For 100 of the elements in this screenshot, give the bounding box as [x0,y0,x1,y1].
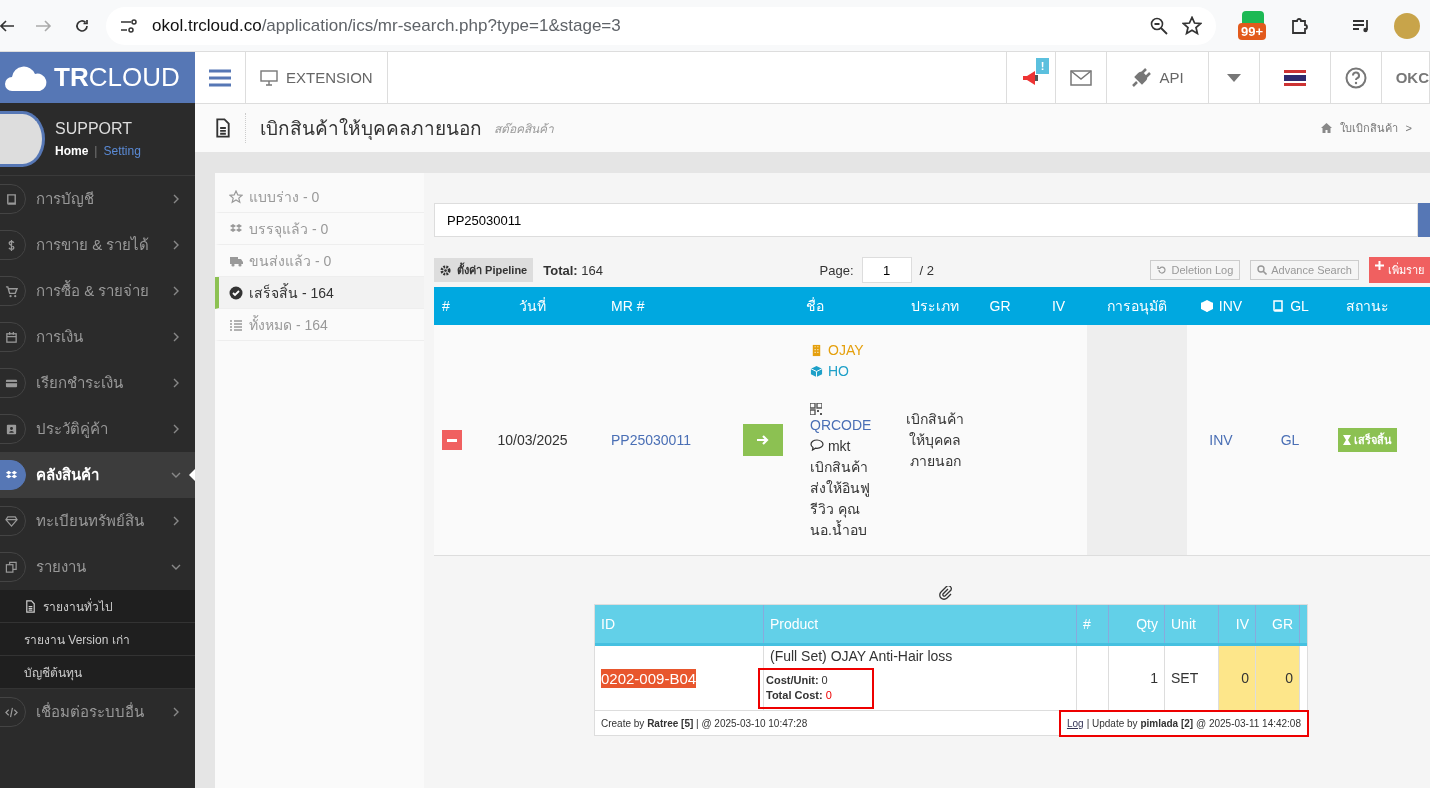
search-icon [1257,265,1268,275]
created-info: Create by Ratree [5] | @ 2025-03-10 10:47:28 [601,717,808,729]
advance-search-button[interactable]: Advance Search [1250,260,1359,280]
column-header[interactable]: ชื่อ [806,295,824,317]
zoom-out-icon[interactable] [1150,16,1168,35]
star-icon [229,189,243,204]
column-header[interactable]: # [442,298,450,314]
extension-button[interactable]: EXTENSION [246,52,388,103]
cube-icon [810,364,823,378]
cube-icon [1199,299,1214,313]
column-header: IV [1235,616,1249,632]
pipeline-settings-button[interactable]: ตั้งค่า Pipeline [434,258,534,282]
updated-info: | Update by pimlada [2] @ 2025-03-11 14:42:08 [1086,717,1301,729]
add-button[interactable]: เพิ่มราย [1369,257,1430,283]
sidebar-subitem[interactable]: บัญชีต้นทุน [0,656,195,689]
cart-icon [4,284,18,298]
column-header[interactable]: GR [989,298,1011,314]
contact-card-icon [4,422,18,436]
sidebar-subitem[interactable]: รายงานทั่วไป [0,590,195,623]
plug-icon [1131,67,1152,88]
mr-link[interactable]: PP25030011 [611,432,691,448]
sidebar-item[interactable]: เรียกชำระเงิน [0,360,195,406]
status-filter[interactable]: เสร็จสิ้น - 164 [215,277,424,309]
puzzle-icon[interactable] [1290,15,1310,36]
user-name: SUPPORT [55,120,134,138]
setting-link[interactable]: Setting [103,144,141,158]
sidebar-item[interactable]: ประวัติคู่ค้า [0,406,195,452]
column-header: Qty [1136,616,1158,632]
total-cost: Total Cost: 0 [766,688,832,701]
link-separator: | [94,144,98,158]
page-label: Page: [819,262,854,278]
sidebar-subitem[interactable]: รายงาน Version เก่า [0,623,195,656]
app-logo[interactable]: TRCLOUD [0,52,195,103]
log-link[interactable]: Log [1066,717,1084,729]
page-title: เบิกสินค้าให้บุคคลภายนอก [245,113,482,143]
menu-icon [209,68,231,87]
hourglass-icon [1343,435,1351,445]
monitor-icon [260,69,278,86]
site-settings-icon[interactable] [120,18,138,33]
column-header: GR [1272,616,1293,632]
api-button[interactable]: API [1107,52,1209,103]
type-cell-text: เบิกสินค้าให้บุคคลภายนอก [905,409,965,471]
diamond-icon [4,514,18,528]
home-icon[interactable] [1320,123,1332,133]
gear-icon [440,264,451,276]
list-icon [229,317,243,332]
column-header: Unit [1171,616,1196,632]
sidebar-item[interactable]: เชื่อมต่อระบบอื่น [0,689,195,735]
user-menu-button[interactable]: OKC [1381,52,1430,103]
page-count: / 2 [919,262,934,278]
document-icon [24,599,37,613]
copy-icon [4,560,18,574]
address-bar[interactable]: okol.trcloud.co/application/ics/mr-search.php?type=1&stage=3 [106,6,1216,45]
notification-badge: ! [1035,58,1050,74]
column-header[interactable]: INV [1218,298,1243,314]
column-header[interactable]: วันที่ [519,295,546,317]
sidebar-item[interactable]: การขาย & รายได้ [0,222,195,268]
column-header[interactable]: การอนุมัติ [1107,295,1167,317]
breadcrumb-separator: > [1405,122,1412,134]
sidebar-item[interactable]: การบัญชี [0,176,195,222]
company-label: OJAY [810,339,864,361]
sidebar-item[interactable]: ทะเบียนทรัพย์สิน [0,498,195,544]
sidebar-item[interactable]: การเงิน [0,314,195,360]
column-header: # [1083,616,1091,632]
paperclip-icon[interactable] [939,586,953,600]
home-link[interactable]: Home [55,144,89,158]
column-header[interactable]: IV [1051,298,1066,314]
code-icon [4,705,18,719]
column-header[interactable]: GL [1290,298,1309,314]
inv-link[interactable]: INV [1209,432,1233,448]
gl-link[interactable]: GL [1280,432,1300,448]
envelope-icon [1070,69,1093,86]
user-avatar [0,111,45,167]
breadcrumb-link[interactable]: ใบเบิกสินค้า [1339,119,1398,137]
column-header[interactable]: MR # [611,298,645,314]
page-subtitle: สต๊อคสินค้า [494,120,554,138]
profile-avatar[interactable] [1394,12,1420,39]
qrcode-link[interactable]: QRCODE [810,414,872,436]
back-icon[interactable] [0,18,14,33]
sidebar-item[interactable]: รายงาน [0,544,195,590]
flag-icon [1283,69,1306,86]
column-header[interactable]: ประเภท [911,295,959,317]
bookmark-star-icon[interactable] [1182,15,1202,36]
reload-icon[interactable] [74,17,90,34]
calendar-icon [4,330,18,344]
qr-code-icon [810,402,822,415]
sidebar-item[interactable]: การซื้อ & รายจ่าย [0,268,195,314]
column-header[interactable]: สถานะ [1346,295,1389,317]
date-cell-text: 10/03/2025 [496,431,569,450]
sidebar-item[interactable]: คลังสินค้า [0,452,195,498]
book-icon [4,192,18,206]
plus-icon [1375,261,1384,270]
collapse-button[interactable] [442,430,462,450]
search-field[interactable]: PP25030011 [434,203,1418,237]
deletion-log-button[interactable]: Deletion Log [1150,260,1241,280]
comment-icon [810,438,824,451]
page-field[interactable]: 1 [861,257,912,283]
help-icon [1344,66,1367,89]
total-count: Total: 164 [543,262,603,278]
status-badge: เสร็จสิ้น [1338,428,1397,452]
